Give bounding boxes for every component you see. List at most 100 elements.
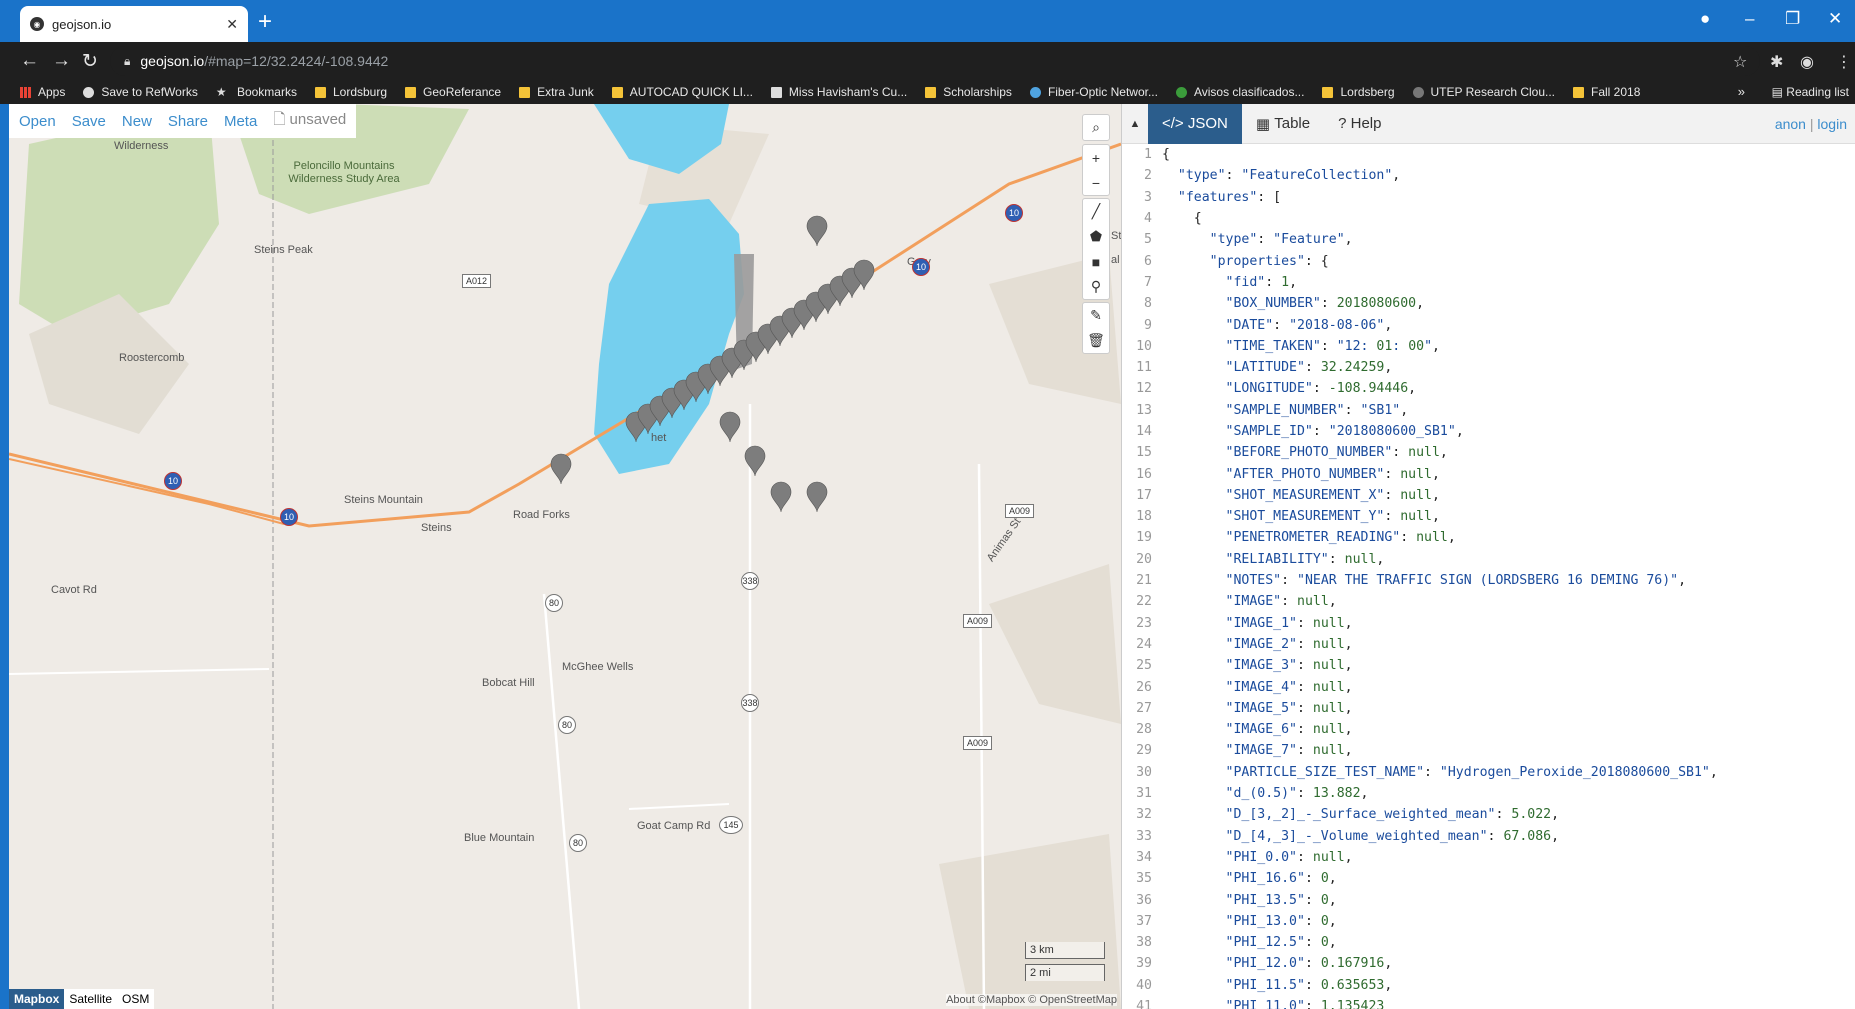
code-line[interactable]: 26 "IMAGE_4": null,	[1122, 676, 1855, 697]
bookmark-scholarships[interactable]: Scholarships	[925, 85, 1012, 99]
back-icon[interactable]: ←	[20, 50, 39, 72]
more-bookmarks-icon[interactable]: »	[1738, 84, 1745, 99]
zoom-out-icon[interactable]: −	[1083, 170, 1109, 195]
code-line[interactable]: 33 "D_[4,_3]_-_Volume_weighted_mean": 67…	[1122, 826, 1855, 847]
zoom-in-icon[interactable]: +	[1083, 145, 1109, 170]
layer-mapbox[interactable]: Mapbox	[9, 989, 65, 1009]
tab-help[interactable]: ? Help	[1324, 104, 1395, 144]
code-line[interactable]: 9 "DATE": "2018-08-06",	[1122, 314, 1855, 335]
code-line[interactable]: 3 "features": [	[1122, 187, 1855, 208]
bookmark-refworks[interactable]: Save to RefWorks	[83, 85, 198, 99]
tab-table[interactable]: ▦ Table	[1242, 104, 1324, 144]
new-tab-icon[interactable]: +	[258, 8, 272, 36]
code-line[interactable]: 21 "NOTES": "NEAR THE TRAFFIC SIGN (LORD…	[1122, 570, 1855, 591]
tab-json[interactable]: </> JSON	[1148, 103, 1242, 144]
code-line[interactable]: 23 "IMAGE_1": null,	[1122, 613, 1855, 634]
avatar[interactable]: ◉	[1800, 52, 1814, 72]
search-icon[interactable]: ⌕	[1083, 115, 1109, 140]
browser-tab[interactable]: ◉ geojson.io ✕	[20, 6, 248, 42]
bookmark-georeferance[interactable]: GeoReferance	[405, 85, 501, 99]
profile-icon[interactable]: ●	[1700, 9, 1710, 29]
code-line[interactable]: 37 "PHI_13.0": 0,	[1122, 911, 1855, 932]
code-line[interactable]: 39 "PHI_12.0": 0.167916,	[1122, 953, 1855, 974]
draw-polygon-icon[interactable]: ⬟	[1083, 224, 1109, 249]
layer-satellite[interactable]: Satellite	[64, 989, 117, 1009]
login-link[interactable]: login	[1817, 116, 1847, 132]
reload-icon[interactable]: ↻	[82, 50, 98, 73]
json-editor[interactable]: 1{2 "type": "FeatureCollection", 3 "featu…	[1122, 144, 1855, 1009]
code-line[interactable]: 10 "TIME_TAKEN": "12: 01: 00",	[1122, 336, 1855, 357]
code-line[interactable]: 35 "PHI_16.6": 0,	[1122, 868, 1855, 889]
code-line[interactable]: 25 "IMAGE_3": null,	[1122, 655, 1855, 676]
address-bar[interactable]: 🔒︎ geojson.io/#map=12/32.2424/-108.9442	[110, 46, 1760, 76]
code-line[interactable]: 4 {	[1122, 208, 1855, 229]
open-button[interactable]: Open	[19, 113, 56, 130]
code-line[interactable]: 14 "SAMPLE_ID": "2018080600_SB1",	[1122, 421, 1855, 442]
anon-link[interactable]: anon	[1775, 116, 1806, 132]
menu-icon[interactable]: ⋮	[1836, 52, 1852, 72]
close-tab-icon[interactable]: ✕	[226, 16, 238, 33]
draw-line-icon[interactable]: ╱	[1083, 199, 1109, 224]
code-line[interactable]: 40 "PHI_11.5": 0.635653,	[1122, 975, 1855, 996]
bookmark-utep[interactable]: UTEP Research Clou...	[1412, 85, 1555, 99]
code-line[interactable]: 18 "SHOT_MEASUREMENT_Y": null,	[1122, 506, 1855, 527]
code-line[interactable]: 34 "PHI_0.0": null,	[1122, 847, 1855, 868]
code-line[interactable]: 38 "PHI_12.5": 0,	[1122, 932, 1855, 953]
save-button[interactable]: Save	[72, 113, 106, 130]
trash-icon[interactable]: 🗑︎	[1083, 328, 1109, 353]
bookmark-lordsburg[interactable]: Lordsburg	[314, 85, 387, 99]
share-button[interactable]: Share	[168, 113, 208, 130]
code-line[interactable]: 31 "d_(0.5)": 13.882,	[1122, 783, 1855, 804]
draw-marker-icon[interactable]: ⚲	[1083, 274, 1109, 299]
bookmark-avisos[interactable]: Avisos clasificados...	[1175, 85, 1304, 99]
bookmark-autocad[interactable]: AUTOCAD QUICK LI...	[611, 85, 753, 99]
map-label-partial-het: het	[651, 432, 667, 444]
code-line[interactable]: 30 "PARTICLE_SIZE_TEST_NAME": "Hydrogen_…	[1122, 762, 1855, 783]
code-line[interactable]: 6 "properties": {	[1122, 250, 1855, 271]
code-line[interactable]: 2 "type": "FeatureCollection",	[1122, 165, 1855, 186]
code-line[interactable]: 22 "IMAGE": null,	[1122, 591, 1855, 612]
bookmark-fall-2018[interactable]: Fall 2018	[1573, 85, 1640, 99]
code-line[interactable]: 11 "LATITUDE": 32.24259,	[1122, 357, 1855, 378]
bookmark-fiber-optic[interactable]: Fiber-Optic Networ...	[1029, 85, 1158, 99]
code-line[interactable]: 29 "IMAGE_7": null,	[1122, 740, 1855, 761]
code-line[interactable]: 13 "SAMPLE_NUMBER": "SB1",	[1122, 400, 1855, 421]
forward-icon[interactable]: →	[52, 50, 71, 72]
code-line[interactable]: 1{	[1122, 144, 1855, 165]
layer-osm[interactable]: OSM	[117, 989, 154, 1009]
map-view[interactable]: Open Save New Share Meta 🗋︎ unsaved Wild…	[9, 104, 1121, 1009]
code-line[interactable]: 16 "AFTER_PHOTO_NUMBER": null,	[1122, 463, 1855, 484]
bookmark-star-icon[interactable]: ☆	[1733, 52, 1747, 72]
code-line[interactable]: 5 "type": "Feature",	[1122, 229, 1855, 250]
meta-button[interactable]: Meta	[224, 113, 257, 130]
draw-rectangle-icon[interactable]: ■	[1083, 249, 1109, 274]
new-button[interactable]: New	[122, 113, 152, 130]
collapse-panel-icon[interactable]: ▲	[1122, 118, 1148, 130]
bookmark-apps[interactable]: Apps	[20, 85, 65, 99]
reading-list[interactable]: ▤ Reading list	[1772, 85, 1849, 99]
code-line[interactable]: 41 "PHI_11.0": 1.135423	[1122, 996, 1855, 1009]
bookmark-miss-havisham[interactable]: Miss Havisham's Cu...	[770, 85, 907, 99]
map-search-control[interactable]: ⌕	[1082, 114, 1110, 141]
edit-icon[interactable]: ✎	[1083, 303, 1109, 328]
code-line[interactable]: 12 "LONGITUDE": -108.94446,	[1122, 378, 1855, 399]
extensions-icon[interactable]: ✱	[1770, 52, 1783, 72]
bookmark-bookmarks[interactable]: ★ Bookmarks	[216, 85, 297, 99]
code-line[interactable]: 19 "PENETROMETER_READING": null,	[1122, 527, 1855, 548]
code-line[interactable]: 28 "IMAGE_6": null,	[1122, 719, 1855, 740]
code-line[interactable]: 27 "IMAGE_5": null,	[1122, 698, 1855, 719]
restore-icon[interactable]: ❐	[1785, 9, 1800, 29]
bookmark-extra-junk[interactable]: Extra Junk	[519, 85, 594, 99]
minimize-icon[interactable]: –	[1745, 9, 1754, 29]
close-window-icon[interactable]: ✕	[1828, 9, 1842, 29]
code-line[interactable]: 8 "BOX_NUMBER": 2018080600,	[1122, 293, 1855, 314]
code-line[interactable]: 36 "PHI_13.5": 0,	[1122, 889, 1855, 910]
code-line[interactable]: 24 "IMAGE_2": null,	[1122, 634, 1855, 655]
bookmark-lordsberg[interactable]: Lordsberg	[1322, 85, 1395, 99]
code-line[interactable]: 15 "BEFORE_PHOTO_NUMBER": null,	[1122, 442, 1855, 463]
code-line[interactable]: 17 "SHOT_MEASUREMENT_X": null,	[1122, 485, 1855, 506]
map-attribution[interactable]: About ©Mapbox © OpenStreetMap	[946, 994, 1117, 1006]
code-line[interactable]: 32 "D_[3,_2]_-_Surface_weighted_mean": 5…	[1122, 804, 1855, 825]
code-line[interactable]: 7 "fid": 1,	[1122, 272, 1855, 293]
code-line[interactable]: 20 "RELIABILITY": null,	[1122, 549, 1855, 570]
